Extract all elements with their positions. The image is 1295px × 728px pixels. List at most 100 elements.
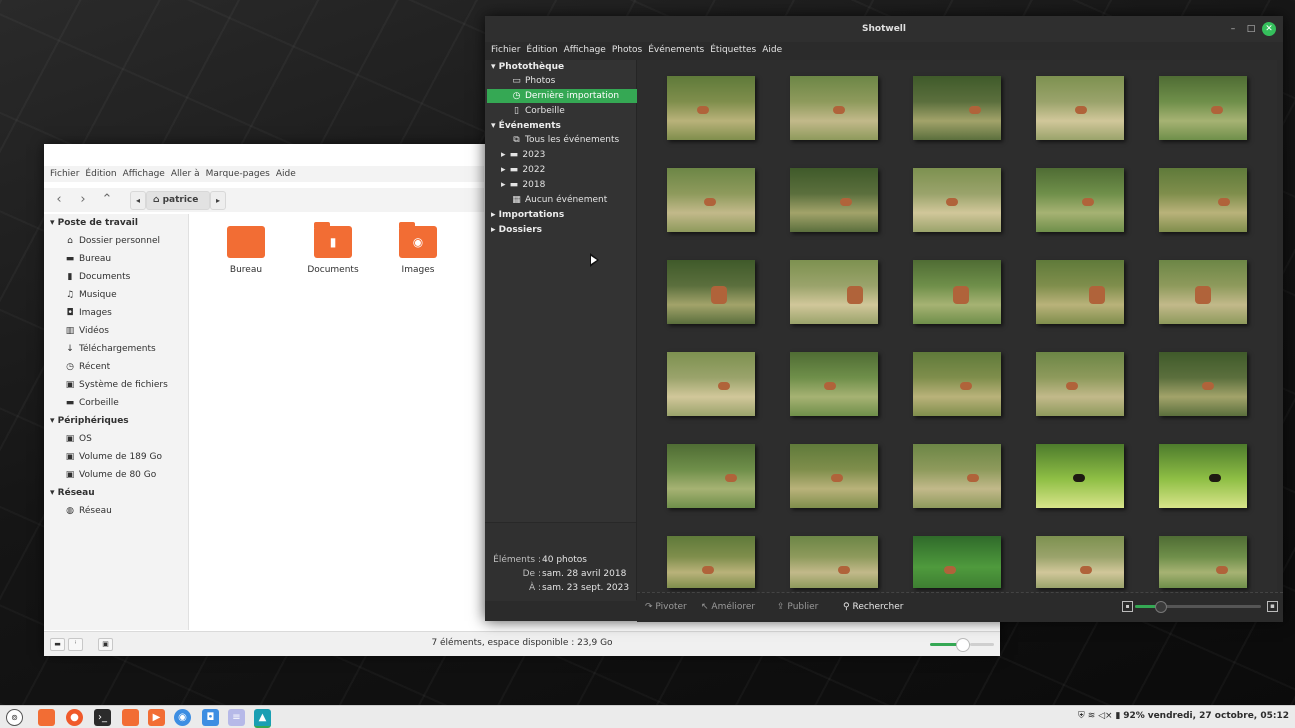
sw-menu-item[interactable]: Événements	[645, 43, 707, 57]
folder-images[interactable]: ◉ Images	[379, 222, 457, 275]
sidebar-item-trash[interactable]: ▯ Corbeille	[511, 106, 565, 116]
photo-thumbnail[interactable]	[790, 536, 878, 588]
rotate-button[interactable]: ↷ Pivoter	[645, 602, 687, 612]
sidebar-item-all-events[interactable]: ⧉ Tous les événements	[511, 135, 619, 145]
close-icon[interactable]: ✕	[1262, 22, 1276, 36]
clock[interactable]: vendredi, 27 octobre, 05:12	[1148, 711, 1289, 721]
sw-menu-item[interactable]: Fichier	[485, 43, 523, 57]
sidebar-section-header[interactable]: ▾ Réseau	[50, 488, 95, 498]
photo-thumbnail[interactable]	[1036, 536, 1124, 588]
photo-thumbnail[interactable]	[913, 168, 1001, 232]
sidebar-item[interactable]: ▣ Système de fichiers	[64, 380, 168, 390]
photo-thumbnail[interactable]	[913, 76, 1001, 140]
sidebar-item[interactable]: ▣ OS	[64, 434, 92, 444]
photo-thumbnail[interactable]	[913, 444, 1001, 508]
photo-thumbnail[interactable]	[667, 352, 755, 416]
mint-menu-icon[interactable]: ⊚	[6, 709, 23, 726]
fm-menu-item[interactable]: Affichage	[120, 166, 168, 182]
sidebar-events-header[interactable]: ▾ Événements	[491, 121, 561, 131]
photo-thumbnail[interactable]	[667, 168, 755, 232]
photo-thumbnail[interactable]	[790, 76, 878, 140]
photo-thumbnail[interactable]	[667, 260, 755, 324]
photo-thumbnail[interactable]	[790, 168, 878, 232]
sidebar-item[interactable]: ◷ Récent	[64, 362, 110, 372]
photo-thumbnail[interactable]	[667, 76, 755, 140]
files-icon[interactable]	[122, 709, 139, 726]
photo-thumbnail[interactable]	[1159, 168, 1247, 232]
sidebar-section-header[interactable]: ▾ Périphériques	[50, 416, 129, 426]
screenshot-icon[interactable]: ◘	[202, 709, 219, 726]
sw-menu-item[interactable]: Photos	[609, 43, 645, 57]
sidebar-item[interactable]: ▬ Bureau	[64, 254, 111, 264]
photo-thumbnail[interactable]	[913, 260, 1001, 324]
folder-documents[interactable]: ▮ Documents	[294, 222, 372, 275]
parent-folder-icon[interactable]: ⌃	[98, 192, 116, 208]
zoom-out-icon[interactable]: ▪	[1122, 601, 1133, 612]
battery-icon[interactable]: ▮	[1115, 711, 1120, 721]
show-desktop-icon[interactable]	[38, 709, 55, 726]
photo-thumbnail[interactable]	[913, 352, 1001, 416]
minimize-icon[interactable]: –	[1226, 22, 1240, 36]
photo-thumbnail[interactable]	[790, 352, 878, 416]
sidebar-folders-header[interactable]: ▸ Dossiers	[491, 225, 542, 235]
sidebar-item-photos[interactable]: ▭ Photos	[511, 76, 555, 86]
photo-thumbnail[interactable]	[1159, 444, 1247, 508]
sidebar-item[interactable]: ▮ Documents	[64, 272, 131, 282]
firefox-icon[interactable]: ●	[66, 709, 83, 726]
back-arrow-icon[interactable]: ‹	[50, 192, 68, 208]
photo-thumbnail[interactable]	[1036, 352, 1124, 416]
photo-thumbnail[interactable]	[1036, 260, 1124, 324]
fm-menu-item[interactable]: Aller à	[168, 166, 203, 182]
sidebar-item[interactable]: ▬ Corbeille	[64, 398, 119, 408]
sidebar-item-2018[interactable]: ▸ ▬ 2018	[501, 180, 545, 190]
sidebar-item-2022[interactable]: ▸ ▬ 2022	[501, 165, 545, 175]
sidebar-item-last-import[interactable]: ◷ Dernière importation	[511, 91, 620, 101]
photo-thumbnail[interactable]	[1036, 76, 1124, 140]
sidebar-library-header[interactable]: ▾ Photothèque	[491, 62, 564, 72]
sw-menu-item[interactable]: Affichage	[561, 43, 609, 57]
photo-thumbnail[interactable]	[790, 444, 878, 508]
sidebar-section-header[interactable]: ▾ Poste de travail	[50, 218, 138, 228]
sidebar-item[interactable]: ▣ Volume de 189 Go	[64, 452, 162, 462]
shotwell-task-icon[interactable]: ▲	[254, 709, 271, 728]
sidebar-imports-header[interactable]: ▸ Importations	[491, 210, 564, 220]
sidebar-item-2023[interactable]: ▸ ▬ 2023	[501, 150, 545, 160]
sidebar-item[interactable]: ↓ Téléchargements	[64, 344, 156, 354]
photo-thumbnail[interactable]	[1159, 260, 1247, 324]
sidebar-item[interactable]: ♫ Musique	[64, 290, 117, 300]
sw-menu-item[interactable]: Étiquettes	[707, 43, 759, 57]
wifi-icon[interactable]: ≋	[1088, 711, 1096, 721]
forward-arrow-icon[interactable]: ›	[74, 192, 92, 208]
photo-thumbnail[interactable]	[667, 444, 755, 508]
photo-thumbnail[interactable]	[790, 260, 878, 324]
sidebar-item-no-event[interactable]: ▦ Aucun événement	[511, 195, 607, 205]
photo-thumbnail[interactable]	[667, 536, 755, 588]
photo-thumbnail[interactable]	[1036, 444, 1124, 508]
zoom-in-icon[interactable]: ▪	[1267, 601, 1278, 612]
folder-bureau[interactable]: Bureau	[207, 226, 285, 275]
breadcrumb-left-icon[interactable]: ◂	[130, 191, 146, 210]
zoom-slider-track[interactable]	[1135, 601, 1261, 613]
sidebar-item[interactable]: ◍ Réseau	[64, 506, 112, 516]
sidebar-item[interactable]: ◘ Images	[64, 308, 111, 318]
photo-thumbnail[interactable]	[1036, 168, 1124, 232]
photo-thumbnail[interactable]	[1159, 352, 1247, 416]
photo-thumbnail[interactable]	[1159, 76, 1247, 140]
sidebar-item[interactable]: ▥ Vidéos	[64, 326, 109, 336]
sw-menu-item[interactable]: Édition	[523, 43, 560, 57]
fm-menu-item[interactable]: Fichier	[44, 166, 82, 182]
publish-button[interactable]: ⇪ Publier	[777, 602, 818, 612]
sidebar-item[interactable]: ⌂ Dossier personnel	[64, 236, 160, 246]
photo-thumbnail[interactable]	[913, 536, 1001, 588]
enhance-button[interactable]: ↖ Améliorer	[701, 602, 755, 612]
zoom-slider-handle[interactable]	[1155, 601, 1168, 613]
browser-icon[interactable]: ◉	[174, 709, 191, 726]
volume-muted-icon[interactable]: ◁×	[1098, 711, 1112, 721]
text-editor-icon[interactable]: ≡	[228, 709, 245, 726]
maximize-icon[interactable]: □	[1244, 22, 1258, 36]
shield-icon[interactable]: ⛨	[1078, 711, 1085, 721]
breadcrumb-home[interactable]: ⌂ patrice	[146, 191, 210, 210]
fm-menu-item[interactable]: Édition	[82, 166, 119, 182]
fm-menu-item[interactable]: Aide	[273, 166, 299, 182]
search-button[interactable]: ⚲ Rechercher	[843, 602, 903, 612]
